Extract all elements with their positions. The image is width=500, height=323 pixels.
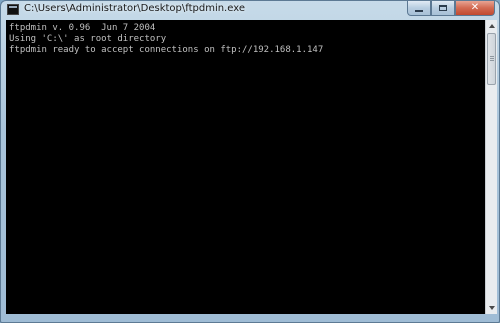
maximize-button[interactable] [431, 1, 455, 16]
console-output-area[interactable]: ftpdmin v. 0.96 Jun 7 2004 Using 'C:\' a… [6, 20, 485, 314]
title-bar[interactable]: C:\Users\Administrator\Desktop\ftpdmin.e… [1, 1, 499, 20]
console-text: ftpdmin v. 0.96 Jun 7 2004 Using 'C:\' a… [9, 23, 323, 56]
console-line: ftpdmin v. 0.96 Jun 7 2004 [9, 23, 156, 33]
minimize-button[interactable] [407, 1, 431, 16]
scrollbar-thumb[interactable] [487, 33, 496, 85]
console-icon[interactable] [7, 4, 19, 15]
console-line: Using 'C:\' as root directory [9, 34, 167, 44]
window-title: C:\Users\Administrator\Desktop\ftpdmin.e… [24, 3, 245, 14]
arrow-up-icon [488, 24, 495, 28]
close-button[interactable]: ✕ [455, 1, 495, 16]
grip-line [490, 58, 494, 59]
minimize-icon [415, 9, 423, 12]
grip-line [490, 60, 494, 61]
close-icon: ✕ [470, 2, 480, 13]
caption-buttons: ✕ [407, 1, 495, 17]
console-window: C:\Users\Administrator\Desktop\ftpdmin.e… [0, 0, 500, 323]
arrow-down-icon [488, 306, 495, 310]
scroll-up-button[interactable] [486, 20, 497, 32]
console-line: ftpdmin ready to accept connections on f… [9, 45, 324, 55]
scroll-down-button[interactable] [486, 302, 497, 314]
grip-line [490, 56, 494, 57]
vertical-scrollbar[interactable] [485, 20, 497, 314]
maximize-icon [439, 5, 447, 11]
